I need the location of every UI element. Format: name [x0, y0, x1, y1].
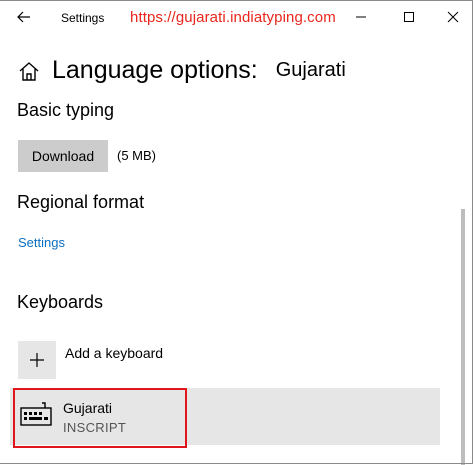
keyboard-list-item[interactable]: Gujarati INSCRIPT	[10, 388, 440, 445]
home-icon[interactable]	[18, 60, 40, 82]
keyboard-name: Gujarati	[63, 400, 113, 416]
regional-format-heading: Regional format	[17, 192, 145, 212]
minimize-icon	[356, 16, 366, 18]
minimize-button[interactable]	[348, 4, 374, 30]
maximize-icon	[404, 12, 414, 22]
add-keyboard-tile[interactable]	[18, 341, 56, 379]
keyboard-icon	[20, 402, 52, 426]
download-button[interactable]: Download	[18, 140, 108, 172]
maximize-button[interactable]	[396, 4, 422, 30]
page-header: Language options: Gujarati	[18, 56, 346, 85]
page-title: Language options:	[52, 56, 258, 84]
basic-typing-heading: Basic typing	[17, 100, 115, 120]
scrollbar[interactable]	[461, 209, 465, 465]
keyboards-heading: Keyboards	[17, 292, 104, 312]
close-button[interactable]	[440, 4, 466, 30]
back-arrow-icon	[17, 11, 30, 23]
url-overlay: https://gujarati.indiatyping.com	[130, 9, 336, 26]
language-name: Gujarati	[275, 59, 346, 81]
back-button[interactable]	[12, 7, 36, 27]
add-keyboard-button[interactable]: Add a keyboard	[18, 341, 163, 379]
close-icon	[447, 11, 459, 23]
plus-icon	[30, 353, 44, 367]
download-size: (5 MB)	[117, 148, 156, 163]
app-title: Settings	[61, 11, 105, 25]
add-keyboard-label: Add a keyboard	[65, 345, 164, 361]
keyboard-layout: INSCRIPT	[63, 420, 127, 435]
regional-settings-link[interactable]: Settings	[18, 235, 65, 250]
title-bar: Settings https://gujarati.indiatyping.co…	[0, 0, 474, 34]
